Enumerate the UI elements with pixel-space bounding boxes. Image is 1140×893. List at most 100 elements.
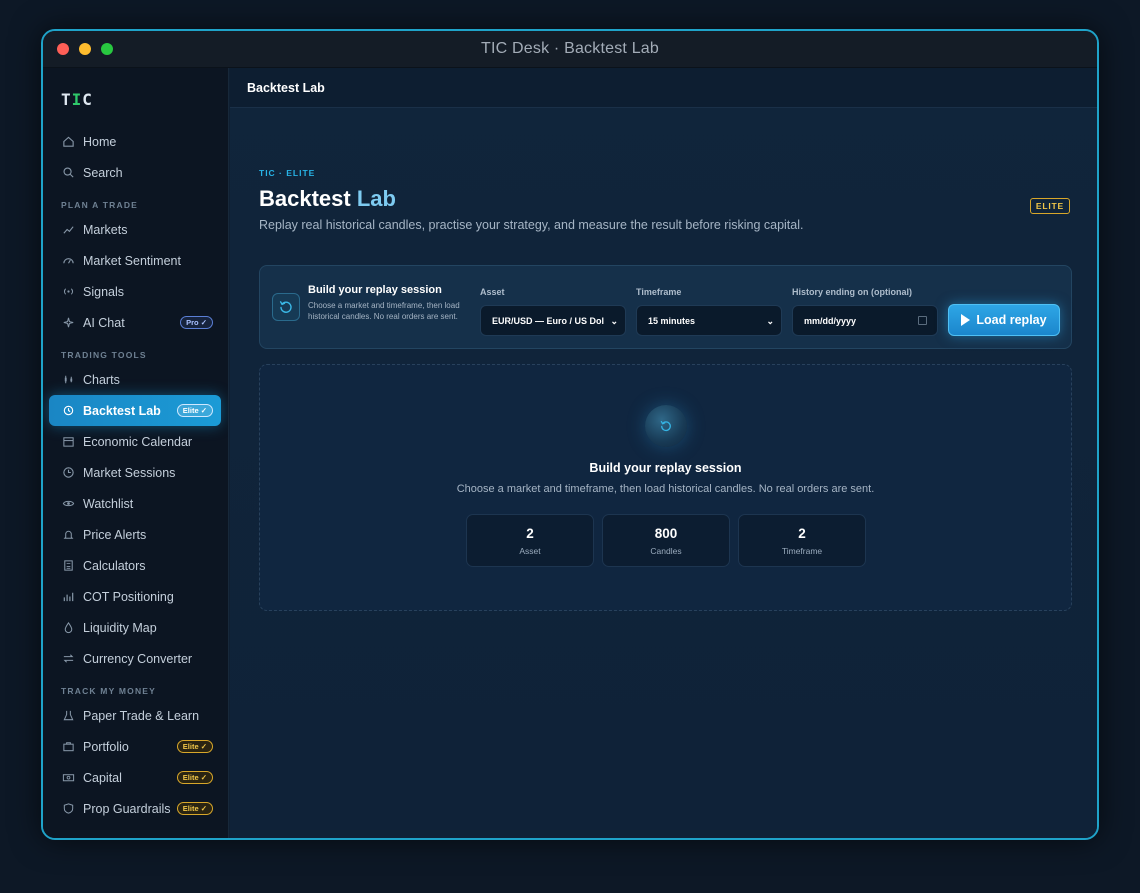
sidebar-item-label: Market Sentiment xyxy=(83,253,181,268)
sidebar-item-ai-chat[interactable]: AI Chat Pro ✓ xyxy=(49,307,221,338)
sidebar-item-price-alerts[interactable]: Price Alerts xyxy=(49,519,221,550)
play-icon xyxy=(961,314,971,326)
app-logo[interactable]: TIC xyxy=(61,90,93,109)
stat-asset: 2 Asset xyxy=(466,514,594,567)
stat-label: Candles xyxy=(650,545,682,556)
sidebar-item-label: Signals xyxy=(83,284,124,299)
sidebar-item-label: Price Alerts xyxy=(83,527,147,542)
sidebar-item-label: Capital xyxy=(83,770,122,785)
chevron-down-icon: ⌄ xyxy=(610,316,618,326)
title-bar: TIC Desk · Backtest Lab xyxy=(43,31,1097,68)
maximize-window-button[interactable] xyxy=(101,43,113,55)
sidebar-item-cot-positioning[interactable]: COT Positioning xyxy=(49,581,221,612)
stat-candles: 800 Candles xyxy=(602,514,730,567)
sidebar-item-label: Watchlist xyxy=(83,496,134,511)
elite-tag: ELITE xyxy=(1029,198,1070,214)
swap-icon xyxy=(61,652,75,666)
sidebar-item-backtest-lab[interactable]: Backtest Lab Elite ✓ xyxy=(49,395,221,426)
timeframe-label: Timeframe xyxy=(636,287,682,297)
window-controls xyxy=(57,43,113,55)
sidebar-item-label: Search xyxy=(83,165,123,180)
sidebar-item-search[interactable]: Search xyxy=(49,157,221,188)
pro-badge: Pro ✓ xyxy=(180,316,213,329)
sidebar-item-currency-converter[interactable]: Currency Converter xyxy=(49,643,221,674)
elite-badge: Elite ✓ xyxy=(176,740,213,753)
sidebar: TIC Home Search PLAN A TRADE Markets Market … xyxy=(43,68,229,838)
eye-icon xyxy=(61,497,75,511)
sidebar-item-home[interactable]: Home xyxy=(49,126,221,157)
sidebar-item-watchlist[interactable]: Watchlist xyxy=(49,488,221,519)
chevron-down-icon: ⌄ xyxy=(766,316,774,326)
stat-value: 800 xyxy=(654,525,678,541)
sidebar-item-paper-trade-learn[interactable]: Paper Trade & Learn xyxy=(49,700,221,731)
window-title: TIC Desk · Backtest Lab xyxy=(481,40,659,57)
sidebar-item-label: Economic Calendar xyxy=(83,434,193,449)
section-label-trading-tools: TRADING TOOLS xyxy=(61,350,147,360)
stat-value: 2 xyxy=(526,525,534,541)
sidebar-item-prop-guardrails[interactable]: Prop Guardrails Elite ✓ xyxy=(49,793,221,824)
calendar-icon[interactable] xyxy=(918,316,927,325)
sidebar-item-liquidity-map[interactable]: Liquidity Map xyxy=(49,612,221,643)
page-eyebrow: TIC · ELITE xyxy=(259,168,316,178)
sidebar-item-market-sessions[interactable]: Market Sessions xyxy=(49,457,221,488)
history-date-placeholder: mm/dd/yyyy xyxy=(804,315,857,326)
page-subtitle: Replay real historical candles, practise… xyxy=(259,218,804,232)
stat-value: 2 xyxy=(798,525,806,541)
page-title: Backtest Lab xyxy=(259,186,396,212)
sidebar-item-label: AI Chat xyxy=(83,315,125,330)
replay-session-form: Build your replay session Choose a marke… xyxy=(259,265,1072,349)
timeframe-select[interactable]: 15 minutes ⌄ xyxy=(636,305,782,336)
empty-state-title: Build your replay session xyxy=(589,461,742,475)
sidebar-item-economic-calendar[interactable]: Economic Calendar xyxy=(49,426,221,457)
load-replay-label: Load replay xyxy=(976,313,1047,327)
asset-label: Asset xyxy=(480,287,505,297)
calculator-icon xyxy=(61,559,75,573)
sidebar-item-label: Market Sessions xyxy=(83,465,176,480)
elite-badge: Elite ✓ xyxy=(176,404,213,417)
empty-state-panel: Build your replay session Choose a marke… xyxy=(259,364,1072,611)
sidebar-item-label: Currency Converter xyxy=(83,651,193,666)
asset-select[interactable]: EUR/USD — Euro / US Dol ⌄ xyxy=(480,305,626,336)
sidebar-item-label: COT Positioning xyxy=(83,589,174,604)
sidebar-item-portfolio[interactable]: Portfolio Elite ✓ xyxy=(49,731,221,762)
stats-row: 2 Asset 800 Candles 2 Timeframe xyxy=(466,514,866,567)
bar-chart-icon xyxy=(61,590,75,604)
sidebar-nav: Home Search PLAN A TRADE Markets Market Sent… xyxy=(49,126,221,824)
page-title-accent: Lab xyxy=(356,186,396,211)
page-title-main: Backtest xyxy=(259,186,351,211)
stat-label: Timeframe xyxy=(781,545,823,556)
sidebar-item-charts[interactable]: Charts xyxy=(49,364,221,395)
cash-icon xyxy=(61,771,75,785)
sidebar-item-capital[interactable]: Capital Elite ✓ xyxy=(49,762,221,793)
history-label: History ending on (optional) xyxy=(792,287,912,297)
sidebar-item-signals[interactable]: Signals xyxy=(49,276,221,307)
calendar-icon xyxy=(61,435,75,449)
history-icon xyxy=(61,404,75,418)
sidebar-item-label: Calculators xyxy=(83,558,146,573)
top-bar-title: Backtest Lab xyxy=(247,80,325,95)
elite-badge: Elite ✓ xyxy=(176,802,213,815)
sidebar-item-market-sentiment[interactable]: Market Sentiment xyxy=(49,245,221,276)
minimize-window-button[interactable] xyxy=(79,43,91,55)
timeframe-select-value: 15 minutes xyxy=(648,315,696,326)
stat-timeframe: 2 Timeframe xyxy=(738,514,866,567)
sidebar-item-label: Home xyxy=(83,134,117,149)
clock-icon xyxy=(61,466,75,480)
close-window-button[interactable] xyxy=(57,43,69,55)
bell-icon xyxy=(61,528,75,542)
briefcase-icon xyxy=(61,740,75,754)
replay-orb-icon xyxy=(645,405,687,447)
session-form-title: Build your replay session xyxy=(308,284,442,296)
signal-icon xyxy=(61,285,75,299)
section-label-plan-a-trade: PLAN A TRADE xyxy=(61,200,139,210)
drop-icon xyxy=(61,621,75,635)
sidebar-item-markets[interactable]: Markets xyxy=(49,214,221,245)
search-icon xyxy=(61,166,75,180)
sidebar-item-calculators[interactable]: Calculators xyxy=(49,550,221,581)
history-date-input[interactable]: mm/dd/yyyy xyxy=(792,305,938,336)
home-icon xyxy=(61,135,75,149)
flask-icon xyxy=(61,709,75,723)
load-replay-button[interactable]: Load replay xyxy=(948,304,1060,336)
shield-icon xyxy=(61,802,75,816)
stat-label: Asset xyxy=(519,545,541,556)
